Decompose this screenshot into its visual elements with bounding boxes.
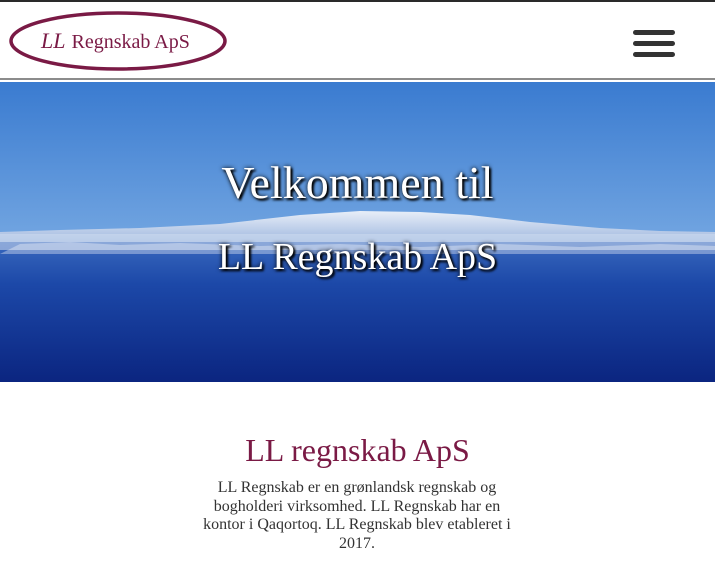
menu-bar <box>633 52 675 57</box>
intro-heading: LL regnskab ApS <box>245 432 470 468</box>
hero-banner: Velkommen til LL Regnskab ApS <box>0 82 715 382</box>
intro-section: LL regnskab ApS LL Regnskab er en grønla… <box>0 382 715 581</box>
logo-text: LL Regnskab ApS <box>41 29 190 54</box>
intro-text: LL Regnskab er en grønlandsk regnskab og… <box>203 479 511 552</box>
page: LL Regnskab ApS Velkommen til LL Regnska… <box>0 0 715 581</box>
hero-image <box>0 82 715 382</box>
hero-title-line1: Velkommen til <box>221 157 494 208</box>
menu-bar <box>633 30 675 35</box>
site-header: LL Regnskab ApS <box>0 2 715 80</box>
menu-bar <box>633 41 675 46</box>
logo-name: Regnskab ApS <box>71 31 190 53</box>
logo-initials: LL <box>41 28 66 53</box>
hamburger-menu-icon[interactable] <box>633 30 675 58</box>
logo[interactable]: LL Regnskab ApS <box>7 9 229 73</box>
hero-title-line2: LL Regnskab ApS <box>217 236 498 278</box>
